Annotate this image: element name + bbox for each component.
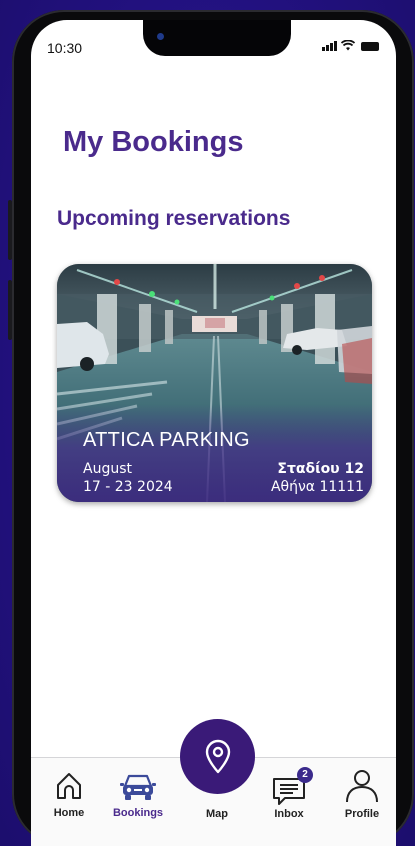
location-pin-icon	[205, 739, 230, 773]
side-button	[8, 280, 12, 340]
map-button[interactable]	[180, 719, 255, 794]
home-icon	[57, 773, 81, 799]
tab-home[interactable]: Home	[47, 771, 91, 819]
booking-dates: 17 - 23 2024	[83, 479, 173, 495]
status-time: 10:30	[47, 40, 83, 56]
wifi-icon	[341, 40, 355, 51]
page-title: My Bookings	[63, 126, 244, 158]
booking-card[interactable]: ATTICA PARKING August 17 - 23 2024 Σταδί…	[57, 264, 372, 502]
parking-street: Σταδίου 12	[277, 461, 364, 477]
tab-bookings[interactable]: Bookings	[107, 773, 169, 819]
side-button	[8, 200, 12, 260]
tab-inbox-label: Inbox	[274, 808, 304, 820]
tab-profile[interactable]: Profile	[341, 768, 383, 820]
tab-profile-label: Profile	[344, 808, 380, 820]
parking-name: ATTICA PARKING	[83, 429, 250, 451]
signal-icon	[322, 41, 337, 51]
notch	[143, 20, 291, 56]
inbox-badge: 2	[297, 767, 313, 783]
section-title: Upcoming reservations	[57, 207, 291, 230]
user-icon	[346, 770, 378, 803]
tab-map-label: Map	[206, 808, 228, 820]
tab-map[interactable]: Map	[196, 808, 238, 820]
status-icons	[322, 40, 379, 51]
tab-bookings-label: Bookings	[112, 807, 164, 819]
car-icon	[120, 774, 156, 800]
booking-month: August	[83, 461, 132, 477]
parking-city: Αθήνα 11111	[270, 479, 364, 495]
tab-home-label: Home	[53, 807, 85, 819]
battery-icon	[361, 42, 379, 51]
camera-icon	[157, 33, 164, 40]
